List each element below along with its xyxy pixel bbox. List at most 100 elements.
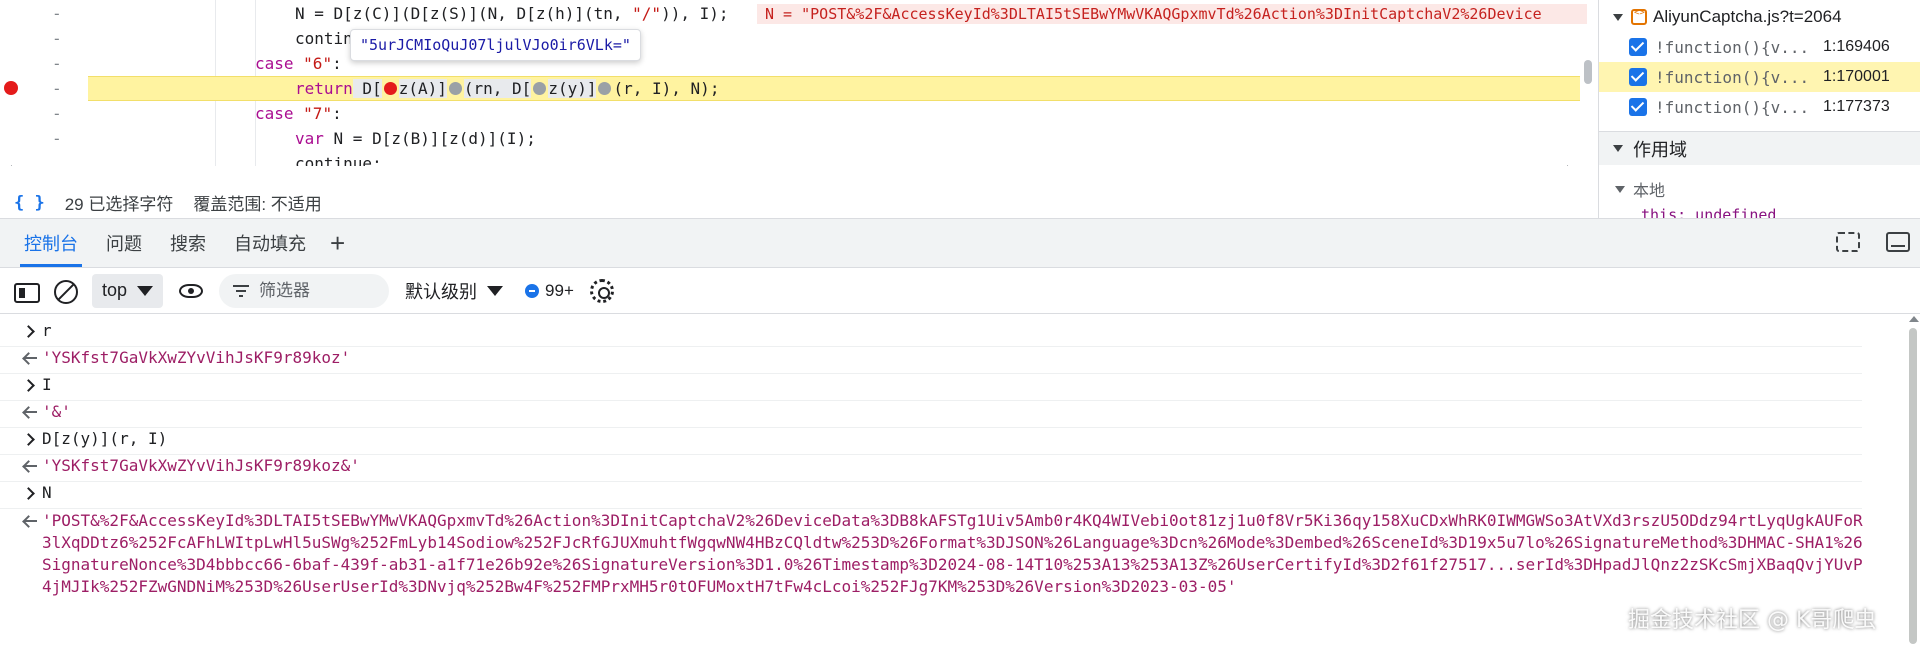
add-tab-button[interactable]: + [320,219,355,267]
call-stack-file-group[interactable]: AliyunCaptcha.js?t=2064 [1599,2,1920,32]
context-value: top [102,280,128,300]
result-arrow-icon [24,516,38,526]
console-result-entry[interactable]: '&' [0,401,1862,428]
gutter-marker[interactable]: - [52,1,62,26]
editor-vertical-scrollbar[interactable] [1584,60,1592,84]
call-frame-row[interactable]: !function(){v... 1:177373 [1599,92,1920,122]
console-input-entry[interactable]: D[z(y)](r, I) [0,428,1862,455]
scope-title: 作用域 [1633,139,1687,160]
inline-breakpoint[interactable] [448,82,462,95]
console-result-text: '&' [42,402,71,421]
scope-variable-row[interactable]: this: undefined [1599,202,1920,218]
console-result-entry[interactable]: 'YSKfst7GaVkXwZYvVihJsKF9r89koz&' [0,455,1862,482]
dock-drawer-icon[interactable] [1886,232,1910,252]
filter-icon [233,284,250,297]
code-line[interactable]: - N = D[z(C)](D[z(S)](N, D[z(h)](tn, "/"… [0,1,1587,26]
local-scope-row[interactable]: 本地 [1599,175,1920,203]
console-input-text: r [42,321,52,340]
console-output[interactable]: r 'YSKfst7GaVkXwZYvVihJsKF9r89koz' I '&'… [0,314,1920,650]
inline-breakpoint[interactable] [533,82,547,95]
console-input-entry[interactable]: N [0,482,1862,509]
gutter-marker[interactable]: - [52,26,62,51]
scroll-right-arrow-icon[interactable] [1567,165,1573,166]
result-arrow-icon [24,353,38,363]
result-arrow-icon [24,407,38,417]
console-result-text: 'YSKfst7GaVkXwZYvVihJsKF9r89koz&' [42,456,360,475]
input-chevron-icon [24,380,34,390]
result-arrow-icon [24,461,38,471]
console-result-entry[interactable]: 'POST&%2F&AccessKeyId%3DLTAI5tSEBwYMwVKA… [0,510,1863,650]
tab-autofill[interactable]: 自动填充 [220,219,320,267]
filter-input[interactable] [259,280,380,301]
filter-field[interactable] [219,273,390,308]
frame-function: !function(){v... [1655,67,1810,87]
call-frame-row[interactable]: !function(){v... 1:169406 [1599,32,1920,62]
frame-location: 1:169406 [1823,38,1890,55]
context-selector[interactable]: top [92,273,164,308]
source-editor[interactable]: - N = D[z(C)](D[z(S)](N, D[z(h)](tn, "/"… [0,0,1598,166]
log-level-selector[interactable]: 默认级别 [405,278,504,304]
chevron-down-icon [487,285,504,296]
tab-search[interactable]: 搜索 [156,219,220,267]
console-vertical-scrollbar[interactable] [1909,328,1917,644]
drawer-tab-bar: 控制台 问题 搜索 自动填充 + [0,218,1920,268]
console-result-text: 'POST&%2F&AccessKeyId%3DLTAI5tSEBwYMwVKA… [42,511,1863,596]
frame-location: 1:170001 [1823,68,1890,85]
scope-section-header[interactable]: 作用域 [1599,131,1920,165]
frame-checkbox[interactable] [1629,98,1647,116]
input-chevron-icon [24,326,34,336]
call-frame-row-selected[interactable]: !function(){v... 1:170001 [1599,62,1920,92]
code-line[interactable]: - var N = D[z(B)][z(d)](I); [0,126,1580,151]
selection-count: 29 已选择字符 [64,195,174,214]
input-chevron-icon [24,434,34,444]
frame-checkbox[interactable] [1629,68,1647,86]
gutter-marker[interactable]: - [52,101,62,126]
pretty-print-button[interactable]: { } [14,193,45,213]
input-chevron-icon [24,488,34,498]
log-level-value: 默认级别 [405,281,478,302]
code-line[interactable]: - contin [0,26,1580,51]
frame-function: !function(){v... [1655,37,1810,57]
inline-value-preview: N = "POST&%2F&AccessKeyId%3DLTAI5tSEBwYM… [757,4,1587,24]
frame-checkbox[interactable] [1629,38,1647,56]
undock-drawer-icon[interactable] [1836,232,1860,252]
console-input-entry[interactable]: r [0,320,1862,347]
inline-breakpoint-active[interactable] [383,82,397,95]
frame-location: 1:177373 [1823,98,1890,115]
code-text: contin [295,29,353,48]
message-count-badge[interactable]: 99+ [525,281,574,301]
expand-triangle-icon[interactable] [1613,13,1623,21]
frame-function: !function(){v... [1655,97,1810,117]
scope-variable: this: undefined [1641,206,1777,218]
gutter-marker[interactable]: - [52,51,62,76]
console-result-entry[interactable]: 'YSKfst7GaVkXwZYvVihJsKF9r89koz' [0,347,1862,374]
coverage-status: 覆盖范围: 不适用 [193,195,322,214]
message-count: 99+ [545,280,574,300]
script-file-icon [1631,8,1647,25]
code-text: case "7": [255,104,342,123]
live-expression-eye-icon[interactable] [179,283,204,298]
code-text: var N = D[z(B)][z(d)](I); [295,129,536,148]
code-text: return D[z(A)] (rn, D[z(y)] (r, I), N); [295,79,720,98]
debugger-sidebar: AliyunCaptcha.js?t=2064 !function(){v...… [1598,0,1920,218]
tab-issues[interactable]: 问题 [92,219,156,267]
inline-breakpoint[interactable] [598,82,612,95]
gutter-marker[interactable]: - [52,126,62,151]
code-line[interactable]: - case "7": [0,101,1580,126]
show-sidebar-icon[interactable] [14,282,40,303]
expand-triangle-icon[interactable] [1613,145,1623,152]
console-settings-gear-icon[interactable] [589,278,614,303]
console-result-text: 'YSKfst7GaVkXwZYvVihJsKF9r89koz' [42,348,351,367]
editor-horizontal-scrollbar[interactable] [0,164,1580,166]
breakpoint-marker[interactable] [4,81,18,95]
message-bubble-icon [525,283,540,298]
tab-console[interactable]: 控制台 [10,219,92,267]
script-file-name: AliyunCaptcha.js?t=2064 [1653,7,1842,26]
clear-console-icon[interactable] [54,279,78,304]
code-line[interactable]: - case "6": [0,51,1580,76]
watermark: 掘金技术社区 @ K哥爬虫 [1628,608,1877,633]
console-input-entry[interactable]: I [0,374,1862,401]
expand-triangle-icon[interactable] [1615,185,1625,193]
code-line-paused[interactable]: - return D[z(A)] (rn, D[z(y)] (r, I), N); [0,76,1580,101]
gutter-marker[interactable]: - [52,76,62,101]
